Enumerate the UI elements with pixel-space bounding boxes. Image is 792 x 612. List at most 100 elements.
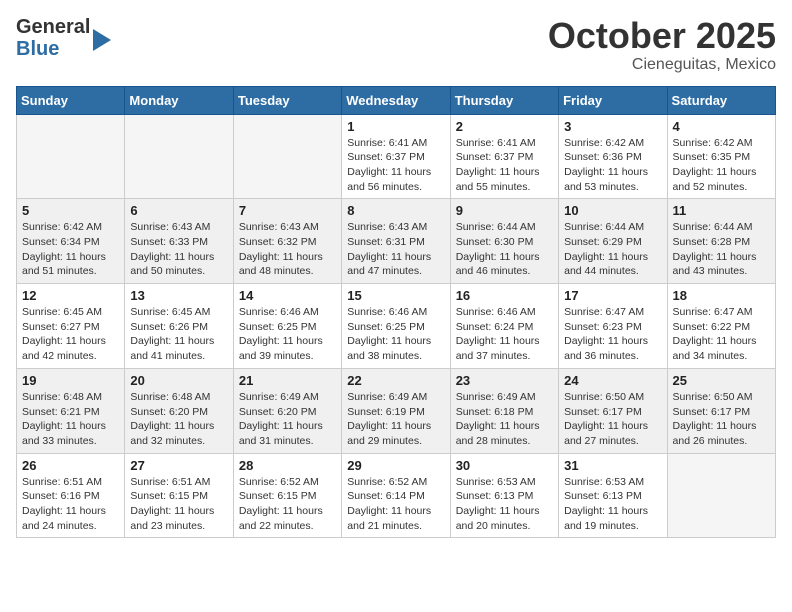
day-info: Sunrise: 6:52 AMSunset: 6:14 PMDaylight:… xyxy=(347,475,444,534)
day-number: 10 xyxy=(564,203,661,218)
day-info: Sunrise: 6:49 AMSunset: 6:20 PMDaylight:… xyxy=(239,390,336,449)
day-number: 31 xyxy=(564,458,661,473)
day-number: 20 xyxy=(130,373,227,388)
day-info: Sunrise: 6:49 AMSunset: 6:19 PMDaylight:… xyxy=(347,390,444,449)
calendar-cell: 22 Sunrise: 6:49 AMSunset: 6:19 PMDayligh… xyxy=(342,368,450,453)
day-number: 24 xyxy=(564,373,661,388)
day-info: Sunrise: 6:53 AMSunset: 6:13 PMDaylight:… xyxy=(456,475,553,534)
calendar-cell: 14Sunrise: 6:46 AMSunset: 6:25 PMDayligh… xyxy=(233,284,341,369)
calendar-table: SundayMondayTuesdayWednesdayThursdayFrid… xyxy=(16,86,776,539)
day-number: 19 xyxy=(22,373,119,388)
calendar-cell: 3Sunrise: 6:42 AMSunset: 6:36 PMDaylight… xyxy=(559,114,667,199)
day-info: Sunrise: 6:44 AMSunset: 6:29 PMDaylight:… xyxy=(564,220,661,279)
logo-triangle-icon xyxy=(93,29,111,51)
calendar-cell: 23 Sunrise: 6:49 AMSunset: 6:18 PMDayligh… xyxy=(450,368,558,453)
logo-blue: Blue xyxy=(16,38,90,60)
day-number: 22 xyxy=(347,373,444,388)
calendar-cell: 1 Sunrise: 6:41 AMSunset: 6:37 PMDaylight… xyxy=(342,114,450,199)
weekday-header: Saturday xyxy=(667,86,775,114)
calendar-week-row: 5 Sunrise: 6:42 AMSunset: 6:34 PMDaylight… xyxy=(17,199,776,284)
day-number: 4 xyxy=(673,119,770,134)
calendar-cell: 21 Sunrise: 6:49 AMSunset: 6:20 PMDayligh… xyxy=(233,368,341,453)
calendar-week-row: 26 Sunrise: 6:51 AMSunset: 6:16 PMDayligh… xyxy=(17,453,776,538)
day-number: 2 xyxy=(456,119,553,134)
day-number: 18 xyxy=(673,288,770,303)
day-info: Sunrise: 6:42 AMSunset: 6:34 PMDaylight:… xyxy=(22,220,119,279)
calendar-cell: 11 Sunrise: 6:44 AMSunset: 6:28 PMDayligh… xyxy=(667,199,775,284)
day-info: Sunrise: 6:46 AMSunset: 6:24 PMDaylight:… xyxy=(456,305,553,364)
day-info: Sunrise: 6:48 AMSunset: 6:20 PMDaylight:… xyxy=(130,390,227,449)
day-number: 11 xyxy=(673,203,770,218)
weekday-header: Wednesday xyxy=(342,86,450,114)
day-number: 28 xyxy=(239,458,336,473)
day-number: 15 xyxy=(347,288,444,303)
calendar-cell xyxy=(17,114,125,199)
calendar-cell: 20 Sunrise: 6:48 AMSunset: 6:20 PMDayligh… xyxy=(125,368,233,453)
month-title: October 2025 xyxy=(548,16,776,56)
calendar-cell xyxy=(125,114,233,199)
calendar-cell: 8 Sunrise: 6:43 AMSunset: 6:31 PMDaylight… xyxy=(342,199,450,284)
calendar-week-row: 12Sunrise: 6:45 AMSunset: 6:27 PMDayligh… xyxy=(17,284,776,369)
title-block: October 2025 Cieneguitas, Mexico xyxy=(548,16,776,74)
day-number: 21 xyxy=(239,373,336,388)
calendar-cell: 15Sunrise: 6:46 AMSunset: 6:25 PMDayligh… xyxy=(342,284,450,369)
day-number: 26 xyxy=(22,458,119,473)
calendar-cell: 18 Sunrise: 6:47 AMSunset: 6:22 PMDayligh… xyxy=(667,284,775,369)
day-number: 6 xyxy=(130,203,227,218)
day-info: Sunrise: 6:41 AMSunset: 6:37 PMDaylight:… xyxy=(347,136,444,195)
day-info: Sunrise: 6:52 AMSunset: 6:15 PMDaylight:… xyxy=(239,475,336,534)
logo-general: General xyxy=(16,16,90,38)
weekday-header: Friday xyxy=(559,86,667,114)
day-info: Sunrise: 6:53 AMSunset: 6:13 PMDaylight:… xyxy=(564,475,661,534)
day-info: Sunrise: 6:47 AMSunset: 6:23 PMDaylight:… xyxy=(564,305,661,364)
day-info: Sunrise: 6:47 AMSunset: 6:22 PMDaylight:… xyxy=(673,305,770,364)
calendar-cell: 26 Sunrise: 6:51 AMSunset: 6:16 PMDayligh… xyxy=(17,453,125,538)
day-number: 30 xyxy=(456,458,553,473)
location: Cieneguitas, Mexico xyxy=(548,56,776,74)
calendar-cell: 25Sunrise: 6:50 AMSunset: 6:17 PMDayligh… xyxy=(667,368,775,453)
day-info: Sunrise: 6:42 AMSunset: 6:35 PMDaylight:… xyxy=(673,136,770,195)
day-number: 17 xyxy=(564,288,661,303)
calendar-cell: 12Sunrise: 6:45 AMSunset: 6:27 PMDayligh… xyxy=(17,284,125,369)
calendar-cell: 31 Sunrise: 6:53 AMSunset: 6:13 PMDayligh… xyxy=(559,453,667,538)
day-number: 8 xyxy=(347,203,444,218)
page-header: General Blue October 2025 Cieneguitas, M… xyxy=(16,16,776,74)
calendar-cell: 17 Sunrise: 6:47 AMSunset: 6:23 PMDayligh… xyxy=(559,284,667,369)
day-info: Sunrise: 6:43 AMSunset: 6:32 PMDaylight:… xyxy=(239,220,336,279)
calendar-cell: 6 Sunrise: 6:43 AMSunset: 6:33 PMDaylight… xyxy=(125,199,233,284)
day-info: Sunrise: 6:42 AMSunset: 6:36 PMDaylight:… xyxy=(564,136,661,195)
calendar-cell: 24 Sunrise: 6:50 AMSunset: 6:17 PMDayligh… xyxy=(559,368,667,453)
day-number: 23 xyxy=(456,373,553,388)
day-info: Sunrise: 6:43 AMSunset: 6:31 PMDaylight:… xyxy=(347,220,444,279)
calendar-cell: 30 Sunrise: 6:53 AMSunset: 6:13 PMDayligh… xyxy=(450,453,558,538)
day-info: Sunrise: 6:49 AMSunset: 6:18 PMDaylight:… xyxy=(456,390,553,449)
day-number: 16 xyxy=(456,288,553,303)
calendar-week-row: 1 Sunrise: 6:41 AMSunset: 6:37 PMDaylight… xyxy=(17,114,776,199)
calendar-cell: 29 Sunrise: 6:52 AMSunset: 6:14 PMDayligh… xyxy=(342,453,450,538)
day-info: Sunrise: 6:51 AMSunset: 6:16 PMDaylight:… xyxy=(22,475,119,534)
day-info: Sunrise: 6:44 AMSunset: 6:30 PMDaylight:… xyxy=(456,220,553,279)
calendar-cell: 5 Sunrise: 6:42 AMSunset: 6:34 PMDaylight… xyxy=(17,199,125,284)
day-number: 29 xyxy=(347,458,444,473)
day-info: Sunrise: 6:50 AMSunset: 6:17 PMDaylight:… xyxy=(564,390,661,449)
calendar-cell: 10 Sunrise: 6:44 AMSunset: 6:29 PMDayligh… xyxy=(559,199,667,284)
day-number: 5 xyxy=(22,203,119,218)
day-number: 13 xyxy=(130,288,227,303)
calendar-cell: 19Sunrise: 6:48 AMSunset: 6:21 PMDayligh… xyxy=(17,368,125,453)
calendar-cell: 27Sunrise: 6:51 AMSunset: 6:15 PMDayligh… xyxy=(125,453,233,538)
calendar-cell: 28 Sunrise: 6:52 AMSunset: 6:15 PMDayligh… xyxy=(233,453,341,538)
calendar-cell: 4 Sunrise: 6:42 AMSunset: 6:35 PMDaylight… xyxy=(667,114,775,199)
calendar-cell: 13 Sunrise: 6:45 AMSunset: 6:26 PMDayligh… xyxy=(125,284,233,369)
day-number: 1 xyxy=(347,119,444,134)
calendar-cell: 2 Sunrise: 6:41 AMSunset: 6:37 PMDaylight… xyxy=(450,114,558,199)
calendar-cell xyxy=(233,114,341,199)
day-info: Sunrise: 6:46 AMSunset: 6:25 PMDaylight:… xyxy=(239,305,336,364)
weekday-header: Monday xyxy=(125,86,233,114)
day-info: Sunrise: 6:45 AMSunset: 6:26 PMDaylight:… xyxy=(130,305,227,364)
weekday-header-row: SundayMondayTuesdayWednesdayThursdayFrid… xyxy=(17,86,776,114)
day-info: Sunrise: 6:41 AMSunset: 6:37 PMDaylight:… xyxy=(456,136,553,195)
day-info: Sunrise: 6:43 AMSunset: 6:33 PMDaylight:… xyxy=(130,220,227,279)
day-number: 12 xyxy=(22,288,119,303)
day-number: 25 xyxy=(673,373,770,388)
day-info: Sunrise: 6:44 AMSunset: 6:28 PMDaylight:… xyxy=(673,220,770,279)
